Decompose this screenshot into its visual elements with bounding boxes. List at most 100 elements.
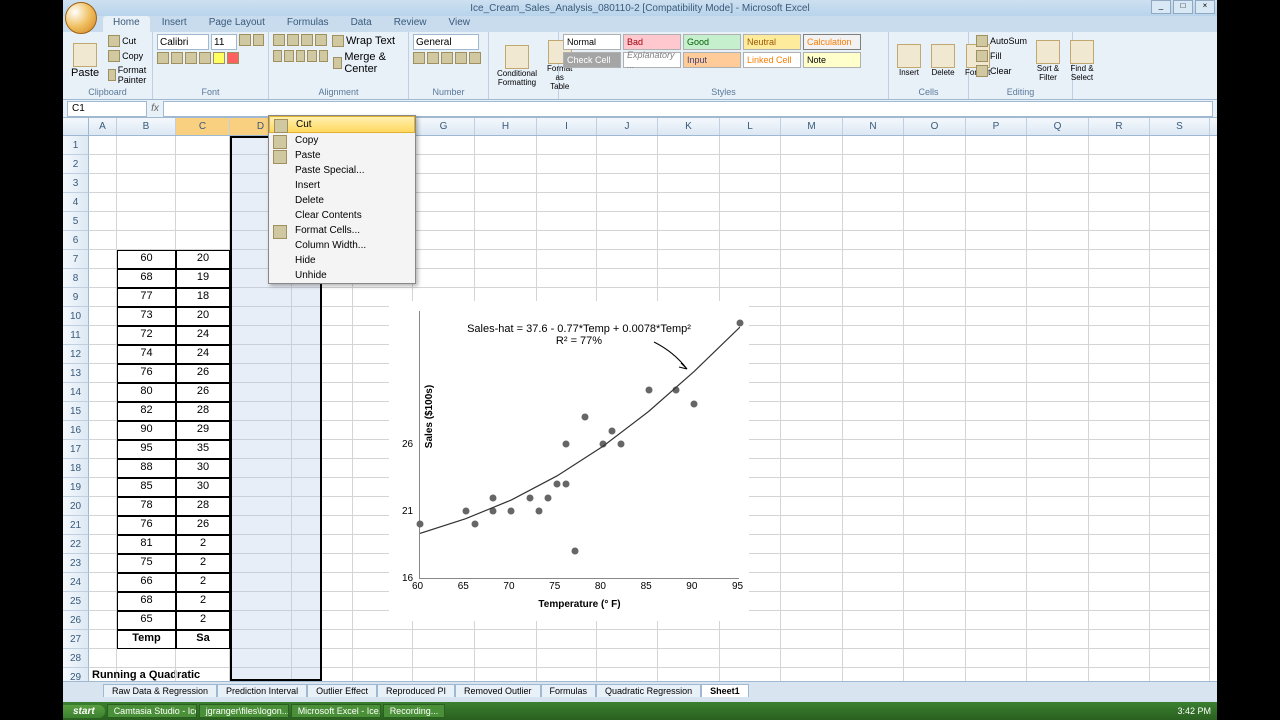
cell-P9[interactable]: [966, 516, 1027, 535]
cell-R27[interactable]: [1089, 174, 1150, 193]
cell-B29[interactable]: [117, 136, 176, 155]
indent-dec-icon[interactable]: [307, 50, 316, 62]
cell-O22[interactable]: [904, 269, 966, 288]
cell-J24[interactable]: [597, 231, 658, 250]
cell-style-calculation[interactable]: Calculation: [803, 34, 861, 50]
column-header-B[interactable]: B: [117, 118, 176, 135]
cell-S27[interactable]: [1150, 174, 1210, 193]
underline-icon[interactable]: [185, 52, 197, 64]
cell-J27[interactable]: [597, 174, 658, 193]
conditional-formatting-button[interactable]: Conditional Formatting: [493, 34, 541, 97]
cell-A7[interactable]: [89, 554, 117, 573]
cell-E10[interactable]: [292, 497, 353, 516]
row-header-8[interactable]: 8: [63, 269, 89, 288]
cell-P23[interactable]: [966, 250, 1027, 269]
cell-N21[interactable]: [843, 288, 904, 307]
cell-B8[interactable]: 81: [117, 535, 176, 554]
cell-A26[interactable]: [89, 193, 117, 212]
cell-R13[interactable]: [1089, 440, 1150, 459]
cell-S12[interactable]: [1150, 459, 1210, 478]
cell-M21[interactable]: [781, 288, 843, 307]
cell-C19[interactable]: 24: [176, 326, 230, 345]
cell-D2[interactable]: [230, 649, 292, 668]
start-button[interactable]: start: [63, 705, 105, 718]
cell-K25[interactable]: [658, 212, 720, 231]
ribbon-tab-review[interactable]: Review: [384, 16, 437, 32]
cell-E7[interactable]: [292, 554, 353, 573]
cell-A28[interactable]: [89, 155, 117, 174]
font-color-icon[interactable]: [227, 52, 239, 64]
cell-E9[interactable]: [292, 516, 353, 535]
cell-P21[interactable]: [966, 288, 1027, 307]
find-select-button[interactable]: Find & Select: [1066, 34, 1098, 87]
comma-icon[interactable]: [441, 52, 453, 64]
cell-style-linked[interactable]: Linked Cell: [743, 52, 801, 68]
row-header-5[interactable]: 5: [63, 212, 89, 231]
cell-N11[interactable]: [843, 478, 904, 497]
dec-decimal-icon[interactable]: [469, 52, 481, 64]
cell-B5[interactable]: 68: [117, 592, 176, 611]
cell-K28[interactable]: [658, 155, 720, 174]
cell-O9[interactable]: [904, 516, 966, 535]
context-menu-paste-special---[interactable]: Paste Special...: [269, 163, 415, 178]
cell-G3[interactable]: [413, 630, 475, 649]
cell-Q1[interactable]: [1027, 668, 1089, 681]
ribbon-tab-data[interactable]: Data: [341, 16, 382, 32]
cell-Q19[interactable]: [1027, 326, 1089, 345]
cell-I29[interactable]: [537, 136, 597, 155]
cell-D10[interactable]: [230, 497, 292, 516]
cell-E18[interactable]: [292, 345, 353, 364]
cell-J28[interactable]: [597, 155, 658, 174]
cell-S8[interactable]: [1150, 535, 1210, 554]
cell-L26[interactable]: [720, 193, 781, 212]
cell-B22[interactable]: 68: [117, 269, 176, 288]
cell-A24[interactable]: [89, 231, 117, 250]
cell-Q29[interactable]: [1027, 136, 1089, 155]
cell-A12[interactable]: [89, 459, 117, 478]
cell-L1[interactable]: [720, 668, 781, 681]
cell-O27[interactable]: [904, 174, 966, 193]
cell-D5[interactable]: [230, 592, 292, 611]
column-header-C[interactable]: C: [176, 118, 230, 135]
cell-B11[interactable]: 85: [117, 478, 176, 497]
context-menu-unhide[interactable]: Unhide: [269, 268, 415, 283]
cell-R1[interactable]: [1089, 668, 1150, 681]
cell-A2[interactable]: [89, 649, 117, 668]
row-header-28[interactable]: 28: [63, 649, 89, 668]
cell-Q26[interactable]: [1027, 193, 1089, 212]
cell-N13[interactable]: [843, 440, 904, 459]
cell-R29[interactable]: [1089, 136, 1150, 155]
cell-A19[interactable]: [89, 326, 117, 345]
cell-A8[interactable]: [89, 535, 117, 554]
context-menu-format-cells---[interactable]: Format Cells...: [269, 223, 415, 238]
cell-style-input[interactable]: Input: [683, 52, 741, 68]
cell-A21[interactable]: [89, 288, 117, 307]
cell-style-normal[interactable]: Normal: [563, 34, 621, 50]
sheet-tab-formulas[interactable]: Formulas: [541, 684, 597, 697]
cell-R10[interactable]: [1089, 497, 1150, 516]
cell-M22[interactable]: [781, 269, 843, 288]
bold-icon[interactable]: [157, 52, 169, 64]
embedded-chart[interactable]: Sales-hat = 37.6 - 0.77*Temp + 0.0078*Te…: [389, 301, 749, 621]
cell-O18[interactable]: [904, 345, 966, 364]
cell-N22[interactable]: [843, 269, 904, 288]
cell-P15[interactable]: [966, 402, 1027, 421]
cell-K26[interactable]: [658, 193, 720, 212]
cell-R26[interactable]: [1089, 193, 1150, 212]
cell-C3[interactable]: Sa: [176, 630, 230, 649]
cell-D1[interactable]: [230, 668, 292, 681]
cell-N6[interactable]: [843, 573, 904, 592]
cell-C11[interactable]: 30: [176, 478, 230, 497]
insert-cells-button[interactable]: Insert: [893, 34, 925, 87]
cell-L28[interactable]: [720, 155, 781, 174]
row-header-6[interactable]: 6: [63, 231, 89, 250]
sheet-tab-reproduced-pi[interactable]: Reproduced PI: [377, 684, 455, 697]
cell-D7[interactable]: [230, 554, 292, 573]
name-box[interactable]: [67, 101, 147, 117]
cell-K1[interactable]: [658, 668, 720, 681]
cell-C10[interactable]: 28: [176, 497, 230, 516]
cell-E1[interactable]: [292, 668, 353, 681]
wrap-text-button[interactable]: Wrap Text: [329, 34, 398, 48]
cell-M3[interactable]: [781, 630, 843, 649]
row-header-3[interactable]: 3: [63, 174, 89, 193]
